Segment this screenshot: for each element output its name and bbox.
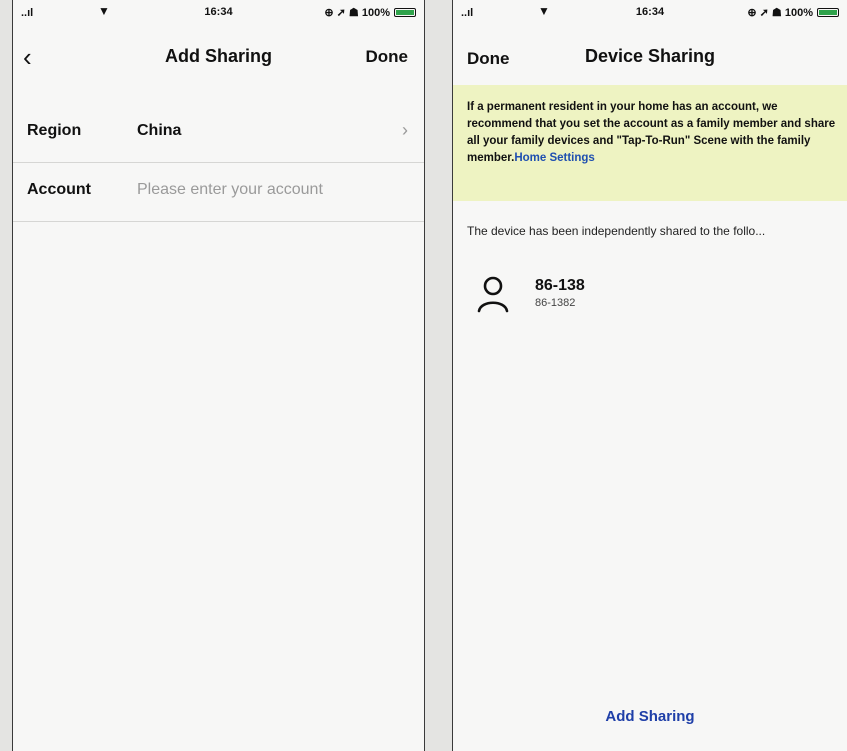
member-account-id: 86-1382 <box>535 297 576 309</box>
status-bar: ..ıl ▼ 16:34 ⊕ ➚ ☗ 100% <box>13 0 424 26</box>
battery-icon <box>817 8 839 17</box>
status-indicators: ⊕ ➚ ☗ 100% <box>747 7 813 19</box>
status-icons: ⊕ ➚ ☗ 100% <box>747 6 839 19</box>
status-indicators: ⊕ ➚ ☗ 100% <box>324 7 390 19</box>
status-bar: ..ıl ▼ 16:34 ⊕ ➚ ☗ 100% <box>453 0 847 26</box>
home-settings-link[interactable]: Home Settings <box>514 152 595 164</box>
region-value: China <box>137 122 182 139</box>
status-icons: ⊕ ➚ ☗ 100% <box>324 6 416 19</box>
add-sharing-screen: ..ıl ▼ 16:34 ⊕ ➚ ☗ 100% ‹ Add Sharing Do… <box>12 0 425 751</box>
user-icon <box>477 276 509 313</box>
navigation-bar: Done Device Sharing <box>453 40 847 76</box>
done-button[interactable]: Done <box>366 47 409 67</box>
navigation-bar: ‹ Add Sharing Done <box>13 40 424 76</box>
shared-list-header: The device has been independently shared… <box>467 224 766 238</box>
account-input[interactable] <box>137 177 397 203</box>
member-name: 86-138 <box>535 277 585 294</box>
account-label: Account <box>27 181 91 198</box>
region-label: Region <box>27 122 82 139</box>
page-title: Device Sharing <box>584 46 716 66</box>
account-row: Account <box>13 163 424 222</box>
chevron-right-icon: › <box>402 120 408 140</box>
battery-icon <box>394 8 416 17</box>
page-title: Add Sharing <box>165 46 272 66</box>
device-sharing-screen: ..ıl ▼ 16:34 ⊕ ➚ ☗ 100% Done Device Shar… <box>452 0 847 751</box>
region-row[interactable]: Region China › <box>13 104 424 163</box>
shared-member-row[interactable]: 86-138 86-1382 <box>453 265 847 317</box>
add-sharing-button[interactable]: Add Sharing <box>453 708 847 725</box>
family-sharing-notice: If a permanent resident in your home has… <box>453 85 847 201</box>
